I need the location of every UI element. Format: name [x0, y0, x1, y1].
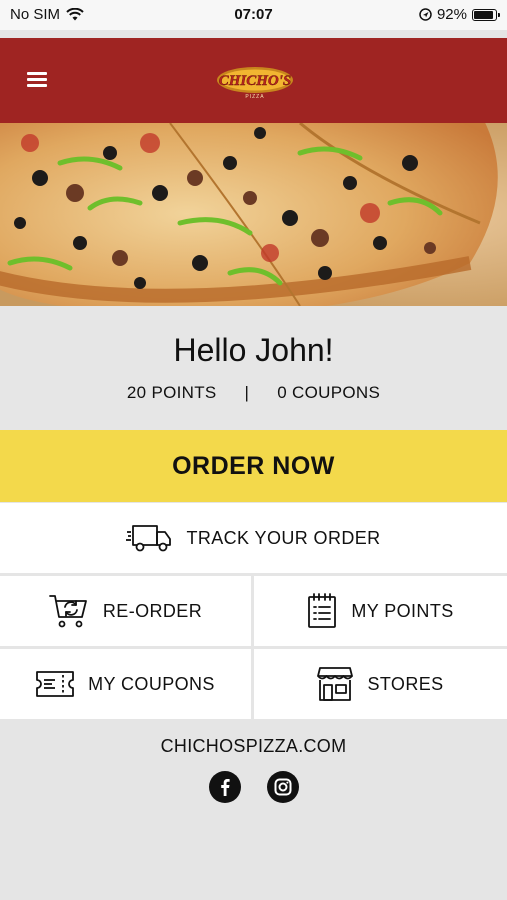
- battery-percent: 92%: [436, 6, 467, 23]
- website-link[interactable]: CHICHOSPIZZA.COM: [0, 736, 507, 757]
- stores-button[interactable]: STORES: [254, 649, 507, 719]
- hero-pizza-image: [0, 123, 507, 306]
- my-coupons-button[interactable]: MY COUPONS: [0, 649, 251, 719]
- logo-tagline: PIZZA: [245, 94, 264, 100]
- points-count: 20 POINTS: [126, 383, 217, 402]
- logo-text: CHICHO'S: [219, 73, 292, 89]
- my-coupons-label: MY COUPONS: [88, 673, 215, 694]
- facebook-glyph: [220, 779, 230, 796]
- reorder-cart-icon: [48, 595, 87, 628]
- order-now-button[interactable]: ORDER NOW: [0, 430, 507, 502]
- instagram-icon[interactable]: [266, 771, 299, 803]
- social-links: [0, 771, 507, 803]
- instagram-glyph: [274, 778, 291, 796]
- reorder-label: RE-ORDER: [102, 600, 203, 621]
- stats-separator: |: [244, 383, 250, 402]
- location-icon: [419, 8, 432, 21]
- hamburger-menu-icon[interactable]: [27, 72, 47, 88]
- rewards-stats: 20 POINTS | 0 COUPONS: [0, 383, 507, 403]
- greeting-title: Hello John!: [173, 332, 334, 368]
- reorder-button[interactable]: RE-ORDER: [0, 576, 251, 646]
- greeting-panel: Hello John! 20 POINTS | 0 COUPONS: [0, 306, 507, 430]
- app-header: CHICHO'S PIZZA: [0, 38, 507, 123]
- my-points-button[interactable]: MY POINTS: [254, 576, 507, 646]
- notepad-icon: [308, 593, 337, 628]
- track-order-button[interactable]: TRACK YOUR ORDER: [0, 503, 507, 573]
- footer: CHICHOSPIZZA.COM: [0, 720, 507, 900]
- status-bar: No SIM 07:07 92%: [0, 0, 507, 30]
- battery-fill: [474, 10, 494, 19]
- stores-label: STORES: [367, 673, 444, 694]
- battery-icon: [472, 8, 500, 21]
- coupon-ticket-icon: [36, 671, 75, 697]
- coupons-count: 0 COUPONS: [277, 383, 381, 402]
- chichos-logo: CHICHO'S PIZZA: [217, 67, 293, 100]
- track-order-label: TRACK YOUR ORDER: [186, 527, 381, 548]
- storefront-icon: [317, 667, 354, 701]
- facebook-icon[interactable]: [208, 771, 241, 803]
- my-points-label: MY POINTS: [351, 600, 454, 621]
- delivery-truck-icon: [126, 525, 172, 552]
- status-right: 92%: [419, 6, 500, 23]
- pizza-photo: [0, 123, 507, 306]
